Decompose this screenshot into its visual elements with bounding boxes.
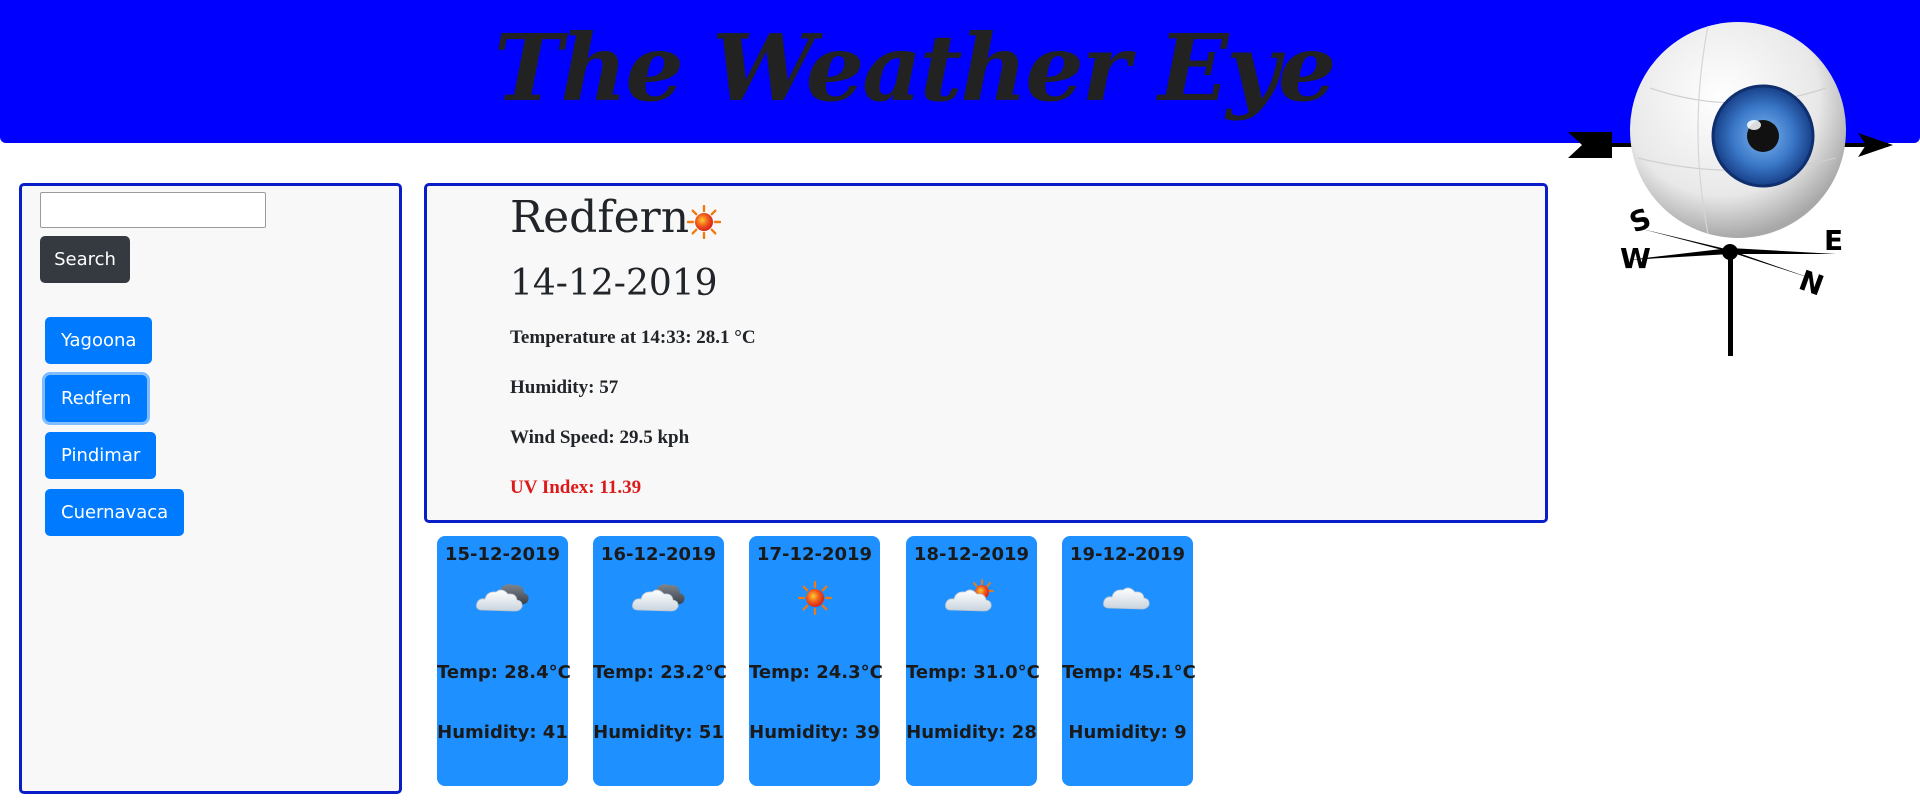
svg-text:N: N bbox=[1795, 264, 1828, 303]
weather-vane-eye-icon: W S E N bbox=[1568, 18, 1908, 363]
forecast-temp: Temp: 23.2°C bbox=[593, 662, 727, 683]
site-title: The Weather Eye bbox=[494, 14, 1336, 122]
forecast-temp: Temp: 24.3°C bbox=[749, 662, 883, 683]
partly-cloudy-icon bbox=[476, 584, 529, 612]
forecast-humidity: Humidity: 41 bbox=[437, 722, 568, 743]
forecast-card: 16-12-2019 Temp: 23.2°C Humidity: 51 bbox=[593, 536, 727, 786]
cloud-icon bbox=[1103, 587, 1150, 610]
wind-speed-reading: Wind Speed: 29.5 kph bbox=[510, 427, 690, 448]
city-button-pindimar[interactable]: Pindimar bbox=[45, 432, 157, 479]
city-button-redfern[interactable]: Redfern bbox=[45, 375, 148, 422]
forecast-date: 15-12-2019 bbox=[444, 544, 561, 565]
forecast-temp: Temp: 45.1°C bbox=[1062, 662, 1196, 683]
current-date: 14-12-2019 bbox=[510, 263, 718, 304]
current-weather-panel: Redfern 14-12-2019 Temperature at 14:33:… bbox=[424, 183, 1548, 523]
svg-text:E: E bbox=[1824, 224, 1843, 257]
humidity-reading: Humidity: 57 bbox=[510, 377, 619, 398]
search-sidebar: Search Yagoona Redfern Pindimar Cuernava… bbox=[19, 183, 402, 794]
search-button[interactable]: Search bbox=[40, 236, 130, 283]
current-city-name: Redfern bbox=[510, 192, 690, 243]
city-button-cuernavaca[interactable]: Cuernavaca bbox=[45, 489, 185, 536]
forecast-humidity: Humidity: 51 bbox=[593, 722, 724, 743]
sunny-icon bbox=[687, 205, 721, 239]
forecast-date: 18-12-2019 bbox=[913, 544, 1030, 565]
forecast-card: 18-12-2019 Temp: 31.0°C Humidity: 28 bbox=[906, 536, 1040, 786]
city-button-yagoona[interactable]: Yagoona bbox=[45, 317, 153, 364]
sunny-icon bbox=[797, 580, 833, 616]
forecast-humidity: Humidity: 28 bbox=[906, 722, 1037, 743]
forecast-temp: Temp: 31.0°C bbox=[906, 662, 1040, 683]
forecast-humidity: Humidity: 9 bbox=[1068, 722, 1187, 743]
forecast-date: 19-12-2019 bbox=[1069, 544, 1186, 565]
forecast-card: 17-12-2019 Temp: 24.3°C Humidity: 39 bbox=[749, 536, 883, 786]
forecast-humidity: Humidity: 39 bbox=[749, 722, 880, 743]
search-input[interactable] bbox=[40, 192, 266, 228]
uv-index-reading: UV Index: 11.39 bbox=[510, 477, 642, 498]
temperature-reading: Temperature at 14:33: 28.1 °C bbox=[510, 327, 756, 348]
forecast-date: 16-12-2019 bbox=[600, 544, 717, 565]
forecast-temp: Temp: 28.4°C bbox=[437, 662, 571, 683]
forecast-card: 15-12-2019 Temp: 28.4°C Humidity: 41 bbox=[437, 536, 571, 786]
sun-behind-cloud-icon bbox=[945, 579, 994, 612]
forecast-date: 17-12-2019 bbox=[756, 544, 873, 565]
partly-cloudy-icon bbox=[632, 584, 685, 612]
svg-text:W: W bbox=[1620, 242, 1651, 275]
forecast-card: 19-12-2019 Temp: 45.1°C Humidity: 9 bbox=[1062, 536, 1196, 786]
svg-text:S: S bbox=[1625, 201, 1655, 239]
